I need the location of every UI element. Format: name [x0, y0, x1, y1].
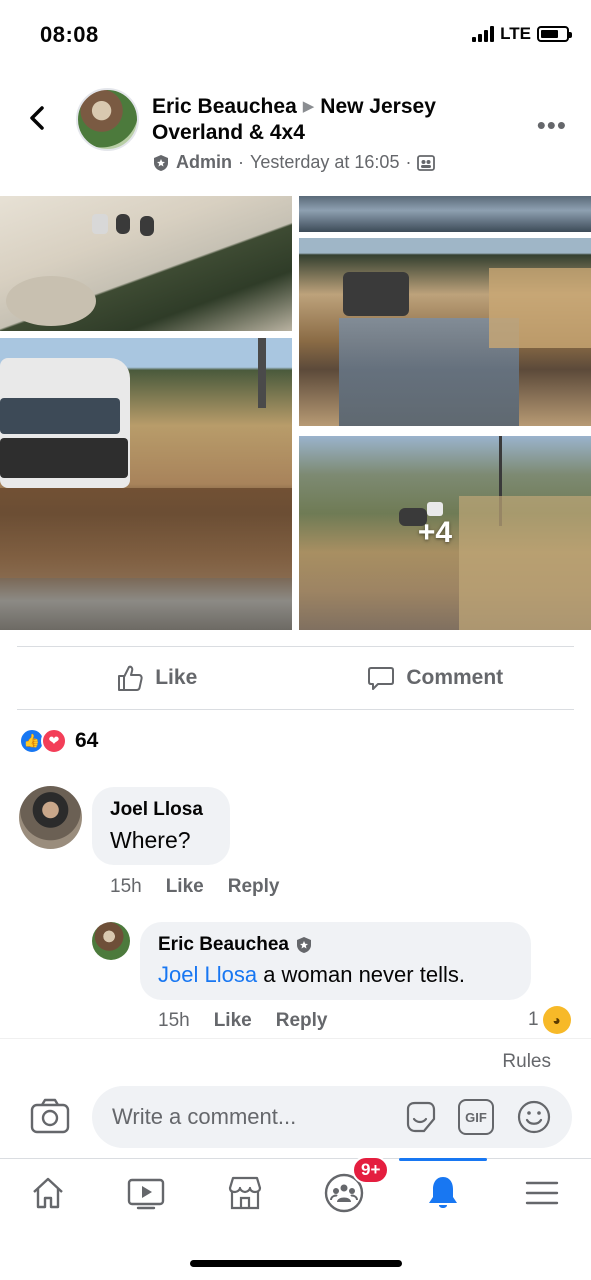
comment-input[interactable]: Write a comment... GIF — [92, 1086, 572, 1148]
admin-label: Admin — [176, 152, 232, 172]
reply-avatar[interactable] — [92, 922, 130, 960]
more-photos-count: +4 — [417, 516, 453, 549]
tab-watch[interactable] — [116, 1169, 176, 1217]
post-meta: Admin · Yesterday at 16:05 · — [152, 152, 436, 173]
home-icon — [33, 1177, 63, 1209]
reply-reaction-count: 1 — [528, 1009, 539, 1030]
photo-truck-flooded-trail[interactable] — [299, 238, 591, 426]
commenter-name[interactable]: Joel Llosa — [110, 799, 212, 821]
reaction-summary[interactable]: 👍 ❤ 64 — [19, 728, 98, 754]
active-tab-indicator — [399, 1158, 487, 1161]
post-header: Eric Beauchea ▶ New Jersey Overland & 4x4 … — [0, 86, 591, 186]
reply-age: 15h — [158, 1010, 190, 1031]
comment-meta: 15h Like Reply — [110, 876, 279, 898]
more-options-icon[interactable]: ••• — [537, 110, 567, 141]
status-bar: 08:08 LTE — [0, 0, 591, 70]
reply-reaction[interactable]: 1 ◕ — [528, 1006, 571, 1034]
admin-shield-icon — [296, 937, 311, 953]
network-label: LTE — [500, 24, 531, 43]
haha-reaction-icon: ◕ — [542, 1006, 571, 1034]
comment-placeholder: Write a comment... — [112, 1104, 297, 1129]
reply-text: Joel Llosa a woman never tells. — [158, 962, 513, 988]
comment-composer: Rules Write a comment... GIF — [0, 1038, 591, 1158]
reply-meta: 15h Like Reply — [158, 1010, 327, 1032]
comment-like-button[interactable]: Like — [166, 876, 204, 898]
tab-marketplace[interactable] — [215, 1169, 275, 1217]
comment-label: Comment — [406, 666, 504, 689]
more-photos-overlay[interactable]: +4 — [299, 436, 591, 630]
gif-button[interactable]: GIF — [458, 1099, 494, 1135]
status-right: LTE — [472, 24, 572, 44]
comment-reply-button[interactable]: Reply — [228, 876, 280, 898]
author-avatar[interactable] — [76, 88, 139, 151]
home-indicator[interactable] — [190, 1260, 402, 1267]
reply-body: a woman never tells. — [257, 962, 465, 987]
video-icon — [127, 1178, 165, 1210]
reply-like-button[interactable]: Like — [214, 1010, 252, 1032]
camera-icon[interactable] — [29, 1096, 71, 1138]
post-title: Eric Beauchea ▶ New Jersey Overland & 4x4 — [152, 94, 492, 146]
reply-reply-button[interactable]: Reply — [276, 1010, 328, 1032]
rules-link[interactable]: Rules — [502, 1051, 551, 1073]
love-reaction-icon: ❤ — [41, 728, 67, 754]
mention-link[interactable]: Joel Llosa — [158, 962, 257, 987]
commenter-avatar[interactable] — [19, 786, 82, 849]
reaction-count: 64 — [75, 729, 99, 752]
post-timestamp[interactable]: Yesterday at 16:05 — [250, 152, 399, 173]
back-arrow-icon[interactable] — [24, 104, 52, 132]
tab-menu[interactable] — [512, 1169, 572, 1217]
meta-separator: · — [405, 152, 412, 172]
comment-bubble-icon — [368, 667, 395, 690]
group-privacy-icon — [417, 154, 436, 171]
photo-convoy-trail[interactable]: +4 — [299, 436, 591, 630]
photo-aerial-trail[interactable] — [0, 196, 292, 331]
admin-shield-icon — [154, 154, 168, 171]
marketplace-icon — [228, 1176, 262, 1210]
reply-bubble: Eric Beauchea Joel Llosa a woman never t… — [140, 922, 531, 1000]
like-label: Like — [155, 666, 198, 689]
signal-icon — [472, 26, 495, 42]
meta-separator: · — [238, 152, 244, 172]
tab-home[interactable] — [18, 1169, 78, 1217]
reply-author-name[interactable]: Eric Beauchea — [158, 934, 289, 956]
battery-icon — [537, 26, 572, 42]
bottom-tab-bar: 9+ — [0, 1156, 591, 1226]
comment-text: Where? — [110, 827, 191, 853]
like-button[interactable]: Like — [17, 647, 296, 709]
hamburger-menu-icon — [525, 1181, 559, 1205]
photo-water-top[interactable] — [299, 196, 591, 232]
reply-author-row: Eric Beauchea — [158, 934, 513, 956]
post-action-bar: Like Comment — [17, 646, 574, 710]
sticker-icon[interactable] — [402, 1099, 438, 1135]
comment-button[interactable]: Comment — [296, 647, 575, 709]
notification-badge: 9+ — [352, 1156, 390, 1184]
photo-white-suv-water[interactable] — [0, 338, 292, 630]
photo-grid: +4 — [0, 196, 591, 630]
emoji-icon[interactable] — [516, 1099, 552, 1135]
thumbs-up-icon — [118, 665, 143, 691]
author-name[interactable]: Eric Beauchea — [152, 95, 297, 118]
comment-age: 15h — [110, 876, 142, 897]
tab-notifications[interactable] — [413, 1169, 473, 1217]
triangle-right-icon: ▶ — [302, 98, 315, 115]
bell-icon — [429, 1177, 457, 1208]
comment-bubble: Joel Llosa Where? — [92, 787, 230, 865]
status-time: 08:08 — [40, 22, 99, 47]
